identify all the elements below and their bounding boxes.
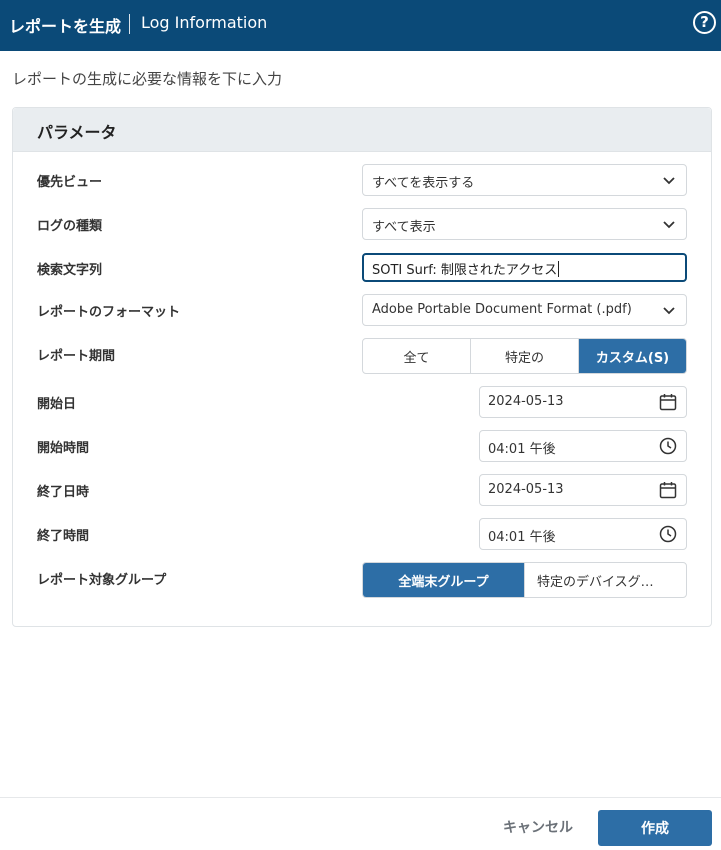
chevron-down-icon [663, 177, 675, 185]
end-date-input[interactable]: 2024-05-13 [479, 474, 687, 506]
end-date-label: 終了日時 [37, 485, 90, 500]
instruction-text: レポートの生成に必要な情報を下に入力 [12, 70, 283, 88]
period-option-all[interactable]: 全て [363, 339, 471, 373]
title-divider [129, 14, 130, 34]
calendar-icon[interactable] [659, 393, 677, 411]
preferred-view-select[interactable]: すべてを表示する [362, 164, 687, 196]
start-time-input[interactable]: 04:01 午後 [479, 430, 687, 462]
question-circle-icon[interactable]: ? [693, 11, 716, 34]
end-time-value: 04:01 午後 [488, 530, 556, 545]
panel-header: パラメータ [13, 108, 711, 152]
period-option-specific[interactable]: 特定の [471, 339, 579, 373]
panel-title: パラメータ [37, 123, 117, 142]
report-format-select[interactable]: Adobe Portable Document Format (.pdf) [362, 294, 687, 326]
start-date-input[interactable]: 2024-05-13 [479, 386, 687, 418]
start-date-label: 開始日 [37, 397, 77, 412]
chevron-down-icon [663, 307, 675, 315]
log-type-select[interactable]: すべて表示 [362, 208, 687, 240]
chevron-down-icon [663, 221, 675, 229]
report-format-label: レポートのフォーマット [37, 305, 181, 320]
dialog-header: レポートを生成 Log Information ? [0, 0, 721, 51]
clock-icon[interactable] [659, 525, 677, 543]
period-option-custom[interactable]: カスタム(S) [579, 339, 686, 373]
clock-icon[interactable] [659, 437, 677, 455]
search-string-value: SOTI Surf: 制限されたアクセス [372, 263, 558, 278]
text-caret [558, 261, 560, 277]
preferred-view-label: 優先ビュー [37, 175, 103, 190]
group-option-all-devices[interactable]: 全端末グループ [363, 563, 525, 597]
preferred-view-value: すべてを表示する [372, 176, 475, 191]
report-format-value: Adobe Portable Document Format (.pdf) [372, 302, 632, 317]
end-date-value: 2024-05-13 [488, 482, 564, 497]
search-string-label: 検索文字列 [37, 263, 103, 278]
target-group-toggle: 全端末グループ 特定のデバイスグ… [362, 562, 687, 598]
create-button[interactable]: 作成 [598, 810, 712, 846]
target-group-label: レポート対象グループ [37, 573, 167, 588]
end-time-input[interactable]: 04:01 午後 [479, 518, 687, 550]
log-type-label: ログの種類 [37, 219, 103, 234]
log-type-value: すべて表示 [372, 220, 436, 235]
end-time-label: 終了時間 [37, 529, 90, 544]
start-time-value: 04:01 午後 [488, 442, 556, 457]
search-string-input[interactable]: SOTI Surf: 制限されたアクセス [362, 253, 687, 282]
dialog-title: レポートを生成 [9, 17, 122, 36]
report-period-toggle: 全て 特定の カスタム(S) [362, 338, 687, 374]
group-option-specific-devices[interactable]: 特定のデバイスグ… [525, 563, 686, 597]
start-date-value: 2024-05-13 [488, 394, 564, 409]
report-period-label: レポート期間 [37, 349, 116, 364]
dialog-subtitle: Log Information [141, 13, 268, 32]
calendar-icon[interactable] [659, 481, 677, 499]
cancel-button[interactable]: キャンセル [498, 810, 578, 844]
start-time-label: 開始時間 [37, 441, 90, 456]
